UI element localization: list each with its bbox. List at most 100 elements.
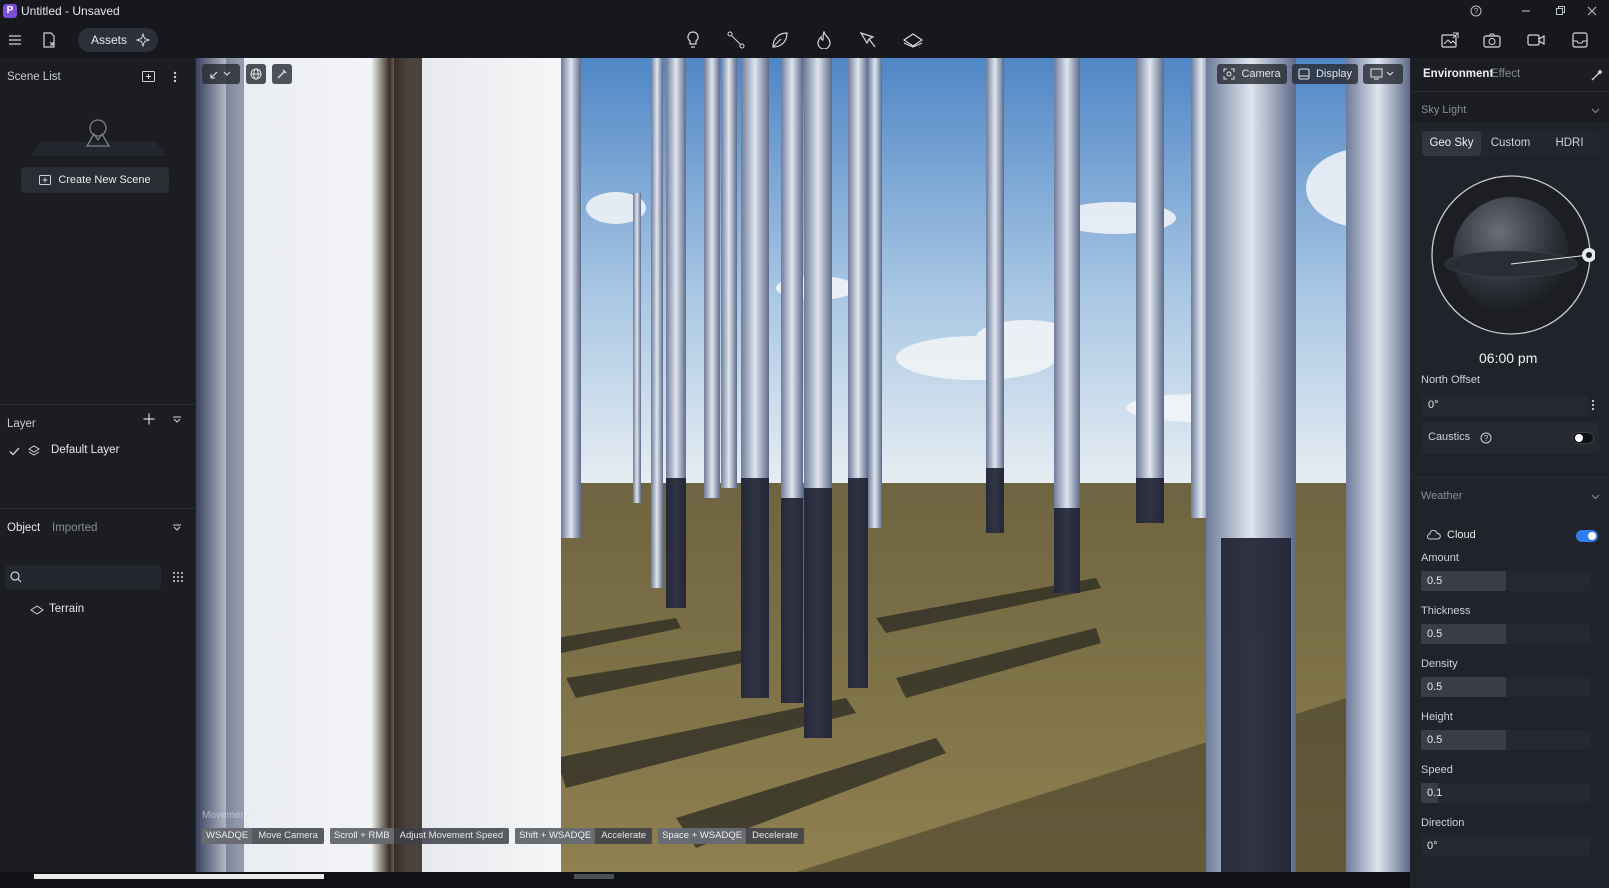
more-options-icon[interactable] [1591,399,1595,411]
svg-text:?: ? [1474,7,1479,16]
monitor-icon [1370,68,1394,80]
assets-label: Assets [91,33,128,47]
add-scene-icon [39,175,52,185]
display-label: Display [1315,68,1353,80]
time-of-day: 06:00 pm [1479,350,1538,366]
add-layer-icon[interactable] [143,413,155,425]
collapse-weather-icon[interactable] [1591,494,1600,500]
caustics-toggle[interactable] [1572,432,1594,444]
speed-slider[interactable]: 0.1 [1421,783,1591,803]
light-bulb-icon[interactable] [678,25,708,55]
amount-label: Amount [1421,552,1459,564]
thickness-label: Thickness [1421,605,1471,617]
thickness-value: 0.5 [1427,628,1443,640]
cloud-icon [1427,530,1441,540]
close-button[interactable] [1578,2,1606,20]
tab-object[interactable]: Object [7,522,40,534]
sparkle-icon[interactable] [136,33,150,47]
hint-desc: Adjust Movement Speed [399,830,504,841]
layers-icon [28,445,40,456]
add-scene-icon[interactable] [142,71,155,82]
file-export-icon[interactable] [34,25,64,55]
height-label: Height [1421,711,1453,723]
magic-wand-icon[interactable] [1591,68,1604,81]
divider [0,508,196,509]
pen-tool-icon[interactable] [853,25,883,55]
leaf-icon[interactable] [765,25,795,55]
layer-title: Layer [7,418,36,430]
hint-key: Space + WSADQE [658,828,747,844]
divider [0,404,196,405]
path-tool-icon[interactable] [721,25,751,55]
sky-mode-geo-sky[interactable]: Geo Sky [1422,131,1481,156]
tab-imported[interactable]: Imported [52,522,97,534]
menu-icon[interactable] [0,25,30,55]
terrain-icon[interactable] [898,25,928,55]
scene-list-title: Scene List [7,71,61,83]
toggle-knob [1575,434,1583,442]
display-button[interactable]: Display [1292,64,1358,84]
object-row[interactable]: Terrain [0,599,195,621]
app-logo: P [3,4,17,18]
fire-icon[interactable] [809,25,839,55]
object-search-input[interactable] [5,565,161,589]
check-icon[interactable] [9,447,20,456]
export-image-icon[interactable] [1435,25,1465,55]
tab-effect[interactable]: Effect [1491,68,1520,80]
tab-environment[interactable]: Environment [1423,68,1493,80]
restore-button[interactable] [1546,2,1574,20]
camera-button[interactable]: Camera [1217,64,1287,84]
sky-mode-selector: Geo Sky Custom HDRI [1422,131,1599,156]
more-options-icon[interactable] [173,71,177,83]
caustics-label: Caustics [1428,431,1471,443]
assets-button[interactable]: Assets [78,28,158,52]
amount-value: 0.5 [1427,575,1443,587]
direction-slider[interactable]: 0° [1421,836,1591,856]
density-value: 0.5 [1427,681,1443,693]
direction-value: 0° [1427,840,1438,852]
hint-chip: Shift + WSADQE Accelerate [515,828,653,844]
divider [1411,477,1609,478]
layer-row[interactable]: Default Layer [0,440,195,462]
left-panel: Scene List Create New Scene Layer Defaul… [0,58,196,888]
object-filter-icon[interactable] [172,524,182,532]
density-slider[interactable]: 0.5 [1421,677,1591,697]
collapse-sky-light-icon[interactable] [1591,108,1600,114]
video-record-icon[interactable] [1521,25,1551,55]
empty-scene-illustration [26,118,170,158]
svg-text:?: ? [1484,434,1489,443]
help-icon[interactable]: ? [1480,432,1492,444]
help-icon[interactable]: ? [1462,2,1490,20]
3d-viewport[interactable]: Camera Display Movement Speed: 5 WSADQE M… [196,58,1410,872]
camera-frame-icon [1223,68,1235,80]
thickness-slider[interactable]: 0.5 [1421,624,1591,644]
sky-mode-hdri[interactable]: HDRI [1540,131,1599,156]
direction-label: Direction [1421,817,1465,829]
amount-slider[interactable]: 0.5 [1421,571,1591,591]
sky-mode-custom[interactable]: Custom [1481,131,1540,156]
eyedropper-icon[interactable] [272,64,292,84]
north-offset-input[interactable]: 0° [1422,395,1588,415]
object-name: Terrain [49,603,85,615]
transform-mode-button[interactable] [202,64,240,84]
horizontal-scrollbar-handle[interactable] [574,874,614,879]
viewport-layout-button[interactable] [1363,64,1403,84]
cloud-toggle[interactable] [1576,530,1598,542]
title-bar: P Untitled - Unsaved ? [0,0,1609,22]
grid-view-icon[interactable] [172,571,184,583]
hint-key: Shift + WSADQE [515,828,596,844]
height-slider[interactable]: 0.5 [1421,730,1591,750]
density-label: Density [1421,658,1458,670]
horizontal-scrollbar-thumb[interactable] [34,874,324,879]
camera-capture-icon[interactable] [1477,25,1507,55]
inbox-icon[interactable] [1565,25,1595,55]
display-icon [1298,68,1310,80]
sun-position-dial[interactable] [1431,175,1595,339]
transform-icon [210,71,231,79]
world-space-icon[interactable] [246,64,266,84]
search-icon [10,571,22,583]
minimize-button[interactable] [1512,2,1540,20]
create-new-scene-button[interactable]: Create New Scene [21,167,169,193]
north-offset-value: 0° [1428,399,1439,411]
layer-options-icon[interactable] [172,416,182,424]
